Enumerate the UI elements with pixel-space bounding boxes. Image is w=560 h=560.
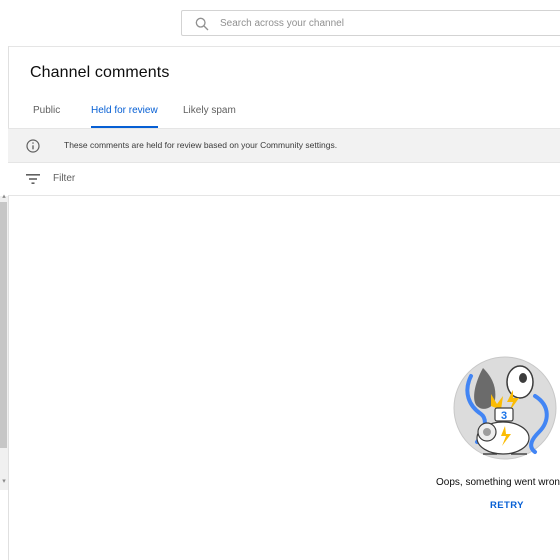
page-title: Channel comments [30,64,170,81]
tab-held-for-review[interactable]: Held for review [91,96,158,128]
tab-bar: Public Held for review Likely spam [0,96,560,128]
info-banner-text: These comments are held for review based… [64,140,338,150]
filter-label[interactable]: Filter [53,163,75,195]
error-message: Oops, something went wrong. [436,477,560,488]
search-icon[interactable] [194,16,210,32]
top-bar [0,0,560,47]
broken-robot-illustration: 3 [453,356,557,460]
scroll-down-arrow[interactable]: ▾ [0,478,8,486]
info-icon [26,139,40,153]
sidebar-scrollbar-thumb[interactable] [0,202,7,448]
info-banner: These comments are held for review based… [8,128,560,163]
filter-bar[interactable]: Filter [8,163,560,196]
search-input[interactable] [220,11,550,35]
tab-public[interactable]: Public [33,96,60,128]
scroll-up-arrow[interactable]: ▴ [0,193,8,201]
svg-text:3: 3 [501,410,507,422]
tab-likely-spam[interactable]: Likely spam [183,96,236,128]
retry-button[interactable]: RETRY [488,496,526,516]
search-box[interactable] [181,10,560,36]
filter-icon[interactable] [26,173,40,185]
